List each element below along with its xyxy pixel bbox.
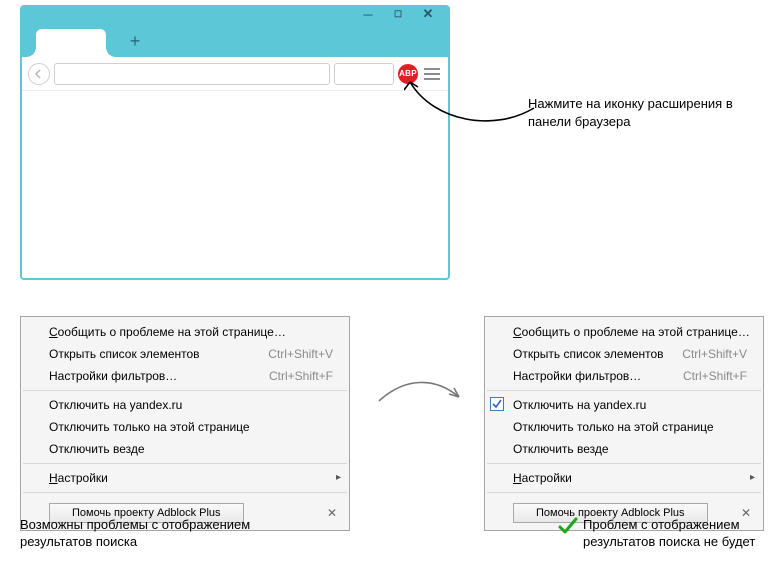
browser-window: ─ ☐ ✕ + ABP: [20, 5, 450, 280]
menu-accel-letter: С: [513, 325, 522, 339]
menu-settings[interactable]: Настройки ▸: [485, 467, 763, 489]
menu-separator: [487, 463, 761, 464]
menu-label: Отключить везде: [513, 442, 609, 456]
menu-label-rest: ообщить о проблеме на этой странице…: [522, 325, 750, 339]
menu-label: Открыть список элементов: [49, 347, 200, 361]
menu-label-rest: ообщить о проблеме на этой странице…: [58, 325, 286, 339]
menu-disable-on-page[interactable]: Отключить только на этой странице: [21, 416, 349, 438]
instruction-callout: Нажмите на иконку расширения в панели бр…: [528, 95, 753, 130]
menu-label: Отключить везде: [49, 442, 145, 456]
menu-label-rest: астройки: [522, 471, 572, 485]
window-controls: ─ ☐ ✕: [354, 7, 442, 21]
menu-label: Отключить на yandex.ru: [49, 398, 182, 412]
menu-label: Открыть список элементов: [513, 347, 664, 361]
maximize-button[interactable]: ☐: [384, 7, 412, 21]
menu-separator: [23, 463, 347, 464]
caption-success: Проблем с отображением результатов поиск…: [583, 517, 763, 551]
close-window-button[interactable]: ✕: [414, 7, 442, 21]
menu-icon[interactable]: [422, 64, 442, 84]
menu-label: Отключить на yandex.ru: [513, 398, 646, 412]
menu-filter-settings[interactable]: Настройки фильтров… Ctrl+Shift+F: [485, 365, 763, 387]
menu-label: Настройки фильтров…: [513, 369, 641, 383]
menu-settings[interactable]: Настройки ▸: [21, 467, 349, 489]
menu-filter-settings[interactable]: Настройки фильтров… Ctrl+Shift+F: [21, 365, 349, 387]
menu-accel-letter: Н: [513, 471, 522, 485]
menu-report-problem[interactable]: Сообщить о проблеме на этой странице…: [21, 321, 349, 343]
back-button[interactable]: [28, 63, 50, 85]
url-bar[interactable]: [54, 63, 330, 85]
menu-shortcut: Ctrl+Shift+V: [682, 343, 747, 365]
menu-separator: [23, 390, 347, 391]
menu-disable-on-page[interactable]: Отключить только на этой странице: [485, 416, 763, 438]
menu-open-element-list[interactable]: Открыть список элементов Ctrl+Shift+V: [485, 343, 763, 365]
menu-separator: [487, 390, 761, 391]
menu-disable-on-site[interactable]: Отключить на yandex.ru: [21, 394, 349, 416]
active-tab[interactable]: [36, 29, 106, 57]
browser-toolbar: ABP: [22, 57, 448, 91]
abp-extension-icon[interactable]: ABP: [398, 64, 418, 84]
menu-open-element-list[interactable]: Открыть список элементов Ctrl+Shift+V: [21, 343, 349, 365]
success-check-icon: [558, 516, 578, 536]
submenu-arrow-icon: ▸: [336, 467, 341, 489]
menu-separator: [23, 492, 347, 493]
menu-label: Отключить только на этой странице: [513, 420, 714, 434]
menu-accel-letter: С: [49, 325, 58, 339]
close-icon[interactable]: ✕: [327, 506, 337, 520]
titlebar: ─ ☐ ✕ +: [22, 7, 448, 57]
caption-problem: Возможны проблемы с отображением результ…: [20, 517, 300, 551]
menu-accel-letter: Н: [49, 471, 58, 485]
menu-disable-on-site[interactable]: Отключить на yandex.ru: [485, 394, 763, 416]
menu-label: Настройки фильтров…: [49, 369, 177, 383]
new-tab-button[interactable]: +: [126, 33, 144, 51]
menu-shortcut: Ctrl+Shift+F: [683, 365, 747, 387]
menu-separator: [487, 492, 761, 493]
transition-arrow-icon: [375, 371, 465, 415]
menu-disable-everywhere[interactable]: Отключить везде: [21, 438, 349, 460]
menu-label-rest: астройки: [58, 471, 108, 485]
abp-menu-before: Сообщить о проблеме на этой странице… От…: [20, 316, 350, 531]
minimize-button[interactable]: ─: [354, 7, 382, 21]
menu-disable-everywhere[interactable]: Отключить везде: [485, 438, 763, 460]
search-bar[interactable]: [334, 63, 394, 85]
submenu-arrow-icon: ▸: [750, 467, 755, 489]
menu-shortcut: Ctrl+Shift+V: [268, 343, 333, 365]
menu-label: Отключить только на этой странице: [49, 420, 250, 434]
checkbox-checked-icon: [490, 397, 504, 411]
abp-menu-after: Сообщить о проблеме на этой странице… От…: [484, 316, 764, 531]
menu-report-problem[interactable]: Сообщить о проблеме на этой странице…: [485, 321, 763, 343]
menu-shortcut: Ctrl+Shift+F: [269, 365, 333, 387]
